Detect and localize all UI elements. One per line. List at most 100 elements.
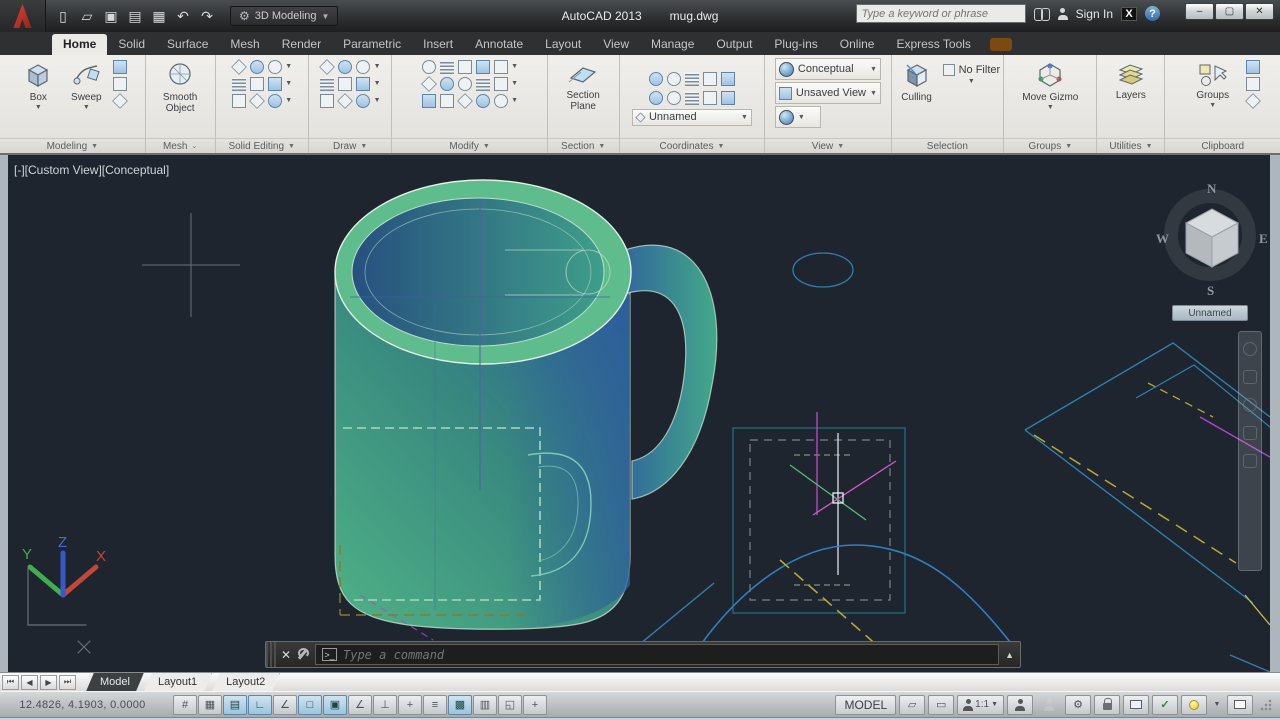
panel-label-coordinates[interactable]: Coordinates▼ xyxy=(620,138,765,153)
chevron-down-icon[interactable]: ▼ xyxy=(285,63,292,70)
ribbon-tab-express-tools[interactable]: Express Tools xyxy=(885,34,981,55)
isolate-objects-icon[interactable] xyxy=(1123,695,1149,715)
tool-icon[interactable] xyxy=(685,72,699,86)
tool-icon[interactable] xyxy=(476,77,490,91)
tool-icon[interactable] xyxy=(268,77,282,91)
open-file-icon[interactable]: ▱ xyxy=(78,8,96,24)
redo-icon[interactable]: ↷ xyxy=(198,8,216,24)
first-tab-icon[interactable]: ⏮ xyxy=(2,675,19,690)
tool-icon[interactable] xyxy=(1246,60,1260,74)
search-input[interactable] xyxy=(856,4,1026,23)
tool-icon[interactable] xyxy=(112,93,128,109)
exchange-apps-icon[interactable]: X xyxy=(1121,7,1137,21)
model-space-toggle[interactable]: MODEL xyxy=(835,695,896,715)
tool-icon[interactable] xyxy=(1245,93,1261,109)
panel-label-selection[interactable]: Selection xyxy=(892,138,1004,153)
new-file-icon[interactable]: ▯ xyxy=(54,8,72,24)
wrench-icon[interactable] xyxy=(296,648,309,661)
coordinate-readout[interactable]: 12.4826, 4.1903, 0.0000 xyxy=(0,699,165,711)
close-command-icon[interactable]: ✕ xyxy=(276,648,296,662)
tool-icon[interactable] xyxy=(1246,77,1260,91)
viewcube-cube[interactable] xyxy=(1180,205,1244,271)
save-icon[interactable]: ▣ xyxy=(102,8,120,24)
panel-label-modeling[interactable]: Modeling▼ xyxy=(0,138,145,153)
tool-icon[interactable] xyxy=(440,77,454,91)
layers-button[interactable]: Layers xyxy=(1109,58,1153,101)
tool-icon[interactable] xyxy=(268,60,282,74)
culling-button[interactable]: Culling xyxy=(895,58,939,103)
sweep-tool-button[interactable]: Sweep ▼ xyxy=(64,58,108,111)
showmotion-icon[interactable] xyxy=(1243,454,1257,468)
panel-label-groups[interactable]: Groups▼ xyxy=(1004,138,1096,153)
toggle-snap-mode[interactable]: ▦ xyxy=(198,695,222,715)
tool-icon[interactable] xyxy=(685,91,699,105)
ribbon-tab-render[interactable]: Render xyxy=(271,34,332,55)
tool-icon[interactable] xyxy=(494,94,508,108)
tab-layout1[interactable]: Layout1 xyxy=(144,673,212,692)
mug-3d-solid[interactable] xyxy=(335,180,717,629)
zoom-icon[interactable] xyxy=(1243,398,1257,412)
ribbon-tab-parametric[interactable]: Parametric xyxy=(332,34,412,55)
toggle-dynamic-ucs[interactable]: ⊥ xyxy=(373,695,397,715)
navigation-bar[interactable] xyxy=(1238,331,1262,571)
close-button[interactable]: ✕ xyxy=(1245,3,1274,20)
last-tab-icon[interactable]: ⏭ xyxy=(59,675,76,690)
tool-icon[interactable] xyxy=(703,72,717,86)
ribbon-tab-layout[interactable]: Layout xyxy=(534,34,592,55)
box-tool-button[interactable]: Box ▼ xyxy=(16,58,60,111)
command-dock-grip[interactable] xyxy=(266,642,276,667)
named-view-dropdown[interactable]: Unsaved View ▼ xyxy=(775,82,881,104)
tab-model[interactable]: Model xyxy=(86,673,144,692)
tool-icon[interactable] xyxy=(319,59,335,75)
minimize-button[interactable]: – xyxy=(1185,3,1214,20)
ribbon-tab-mesh[interactable]: Mesh xyxy=(219,34,270,55)
featured-apps-icon[interactable] xyxy=(990,38,1012,51)
pan-icon[interactable] xyxy=(1243,370,1257,384)
toggle-lineweight[interactable]: ≡ xyxy=(423,695,447,715)
toggle-ortho-mode[interactable]: ∟ xyxy=(248,695,272,715)
chevron-down-icon[interactable]: ▼ xyxy=(374,97,381,104)
tool-icon[interactable] xyxy=(476,94,490,108)
tool-icon[interactable] xyxy=(458,77,472,91)
toggle-grid-display[interactable]: ▤ xyxy=(223,695,247,715)
toggle-polar-tracking[interactable]: ∠ xyxy=(273,695,297,715)
toggle-transparency[interactable]: ▩ xyxy=(448,695,472,715)
tool-icon[interactable] xyxy=(113,77,127,91)
quick-view-layouts-icon[interactable]: ▱ xyxy=(899,695,925,715)
viewcube-ucs-menu[interactable]: Unnamed xyxy=(1172,305,1248,321)
tool-icon[interactable] xyxy=(667,72,681,86)
save-as-icon[interactable]: ▤ xyxy=(126,8,144,24)
tool-icon[interactable] xyxy=(356,77,370,91)
tab-layout2[interactable]: Layout2 xyxy=(212,673,280,692)
tool-icon[interactable] xyxy=(703,91,717,105)
tool-icon[interactable] xyxy=(338,77,352,91)
tool-icon[interactable] xyxy=(268,94,282,108)
next-tab-icon[interactable]: ▶ xyxy=(40,675,57,690)
chevron-down-icon[interactable]: ▼ xyxy=(374,80,381,87)
workspace-gear-icon[interactable]: ⚙ xyxy=(1065,695,1091,715)
toolbar-lock-icon[interactable] xyxy=(1094,695,1120,715)
ribbon-tab-solid[interactable]: Solid xyxy=(107,34,156,55)
panel-label-modify[interactable]: Modify▼ xyxy=(392,138,546,153)
tool-icon[interactable] xyxy=(422,94,436,108)
toggle-quick-properties[interactable]: ▥ xyxy=(473,695,497,715)
ribbon-tab-surface[interactable]: Surface xyxy=(156,34,219,55)
tool-icon[interactable] xyxy=(232,77,246,91)
compass-north[interactable]: N xyxy=(1207,181,1216,197)
tool-icon[interactable] xyxy=(250,60,264,74)
help-icon[interactable]: ? xyxy=(1145,6,1160,21)
panel-label-view[interactable]: View▼ xyxy=(765,138,890,153)
tool-icon[interactable] xyxy=(421,76,437,92)
chevron-down-icon[interactable]: ▼ xyxy=(511,97,518,104)
chevron-down-icon[interactable]: ▼ xyxy=(285,80,292,87)
ellipse-entity[interactable] xyxy=(793,253,853,287)
selection-filter-dropdown[interactable]: No Filter xyxy=(943,64,1001,76)
ribbon-tab-online[interactable]: Online xyxy=(829,34,886,55)
panel-label-solid-editing[interactable]: Solid Editing▼ xyxy=(216,138,308,153)
panel-label-mesh[interactable]: Mesh⌄ xyxy=(146,138,215,153)
tool-icon[interactable] xyxy=(721,91,735,105)
chevron-down-icon[interactable]: ▼ xyxy=(285,97,292,104)
toggle-object-snap-tracking[interactable]: ∠ xyxy=(348,695,372,715)
tool-icon[interactable] xyxy=(457,93,473,109)
chevron-down-icon[interactable]: ▼ xyxy=(374,63,381,70)
